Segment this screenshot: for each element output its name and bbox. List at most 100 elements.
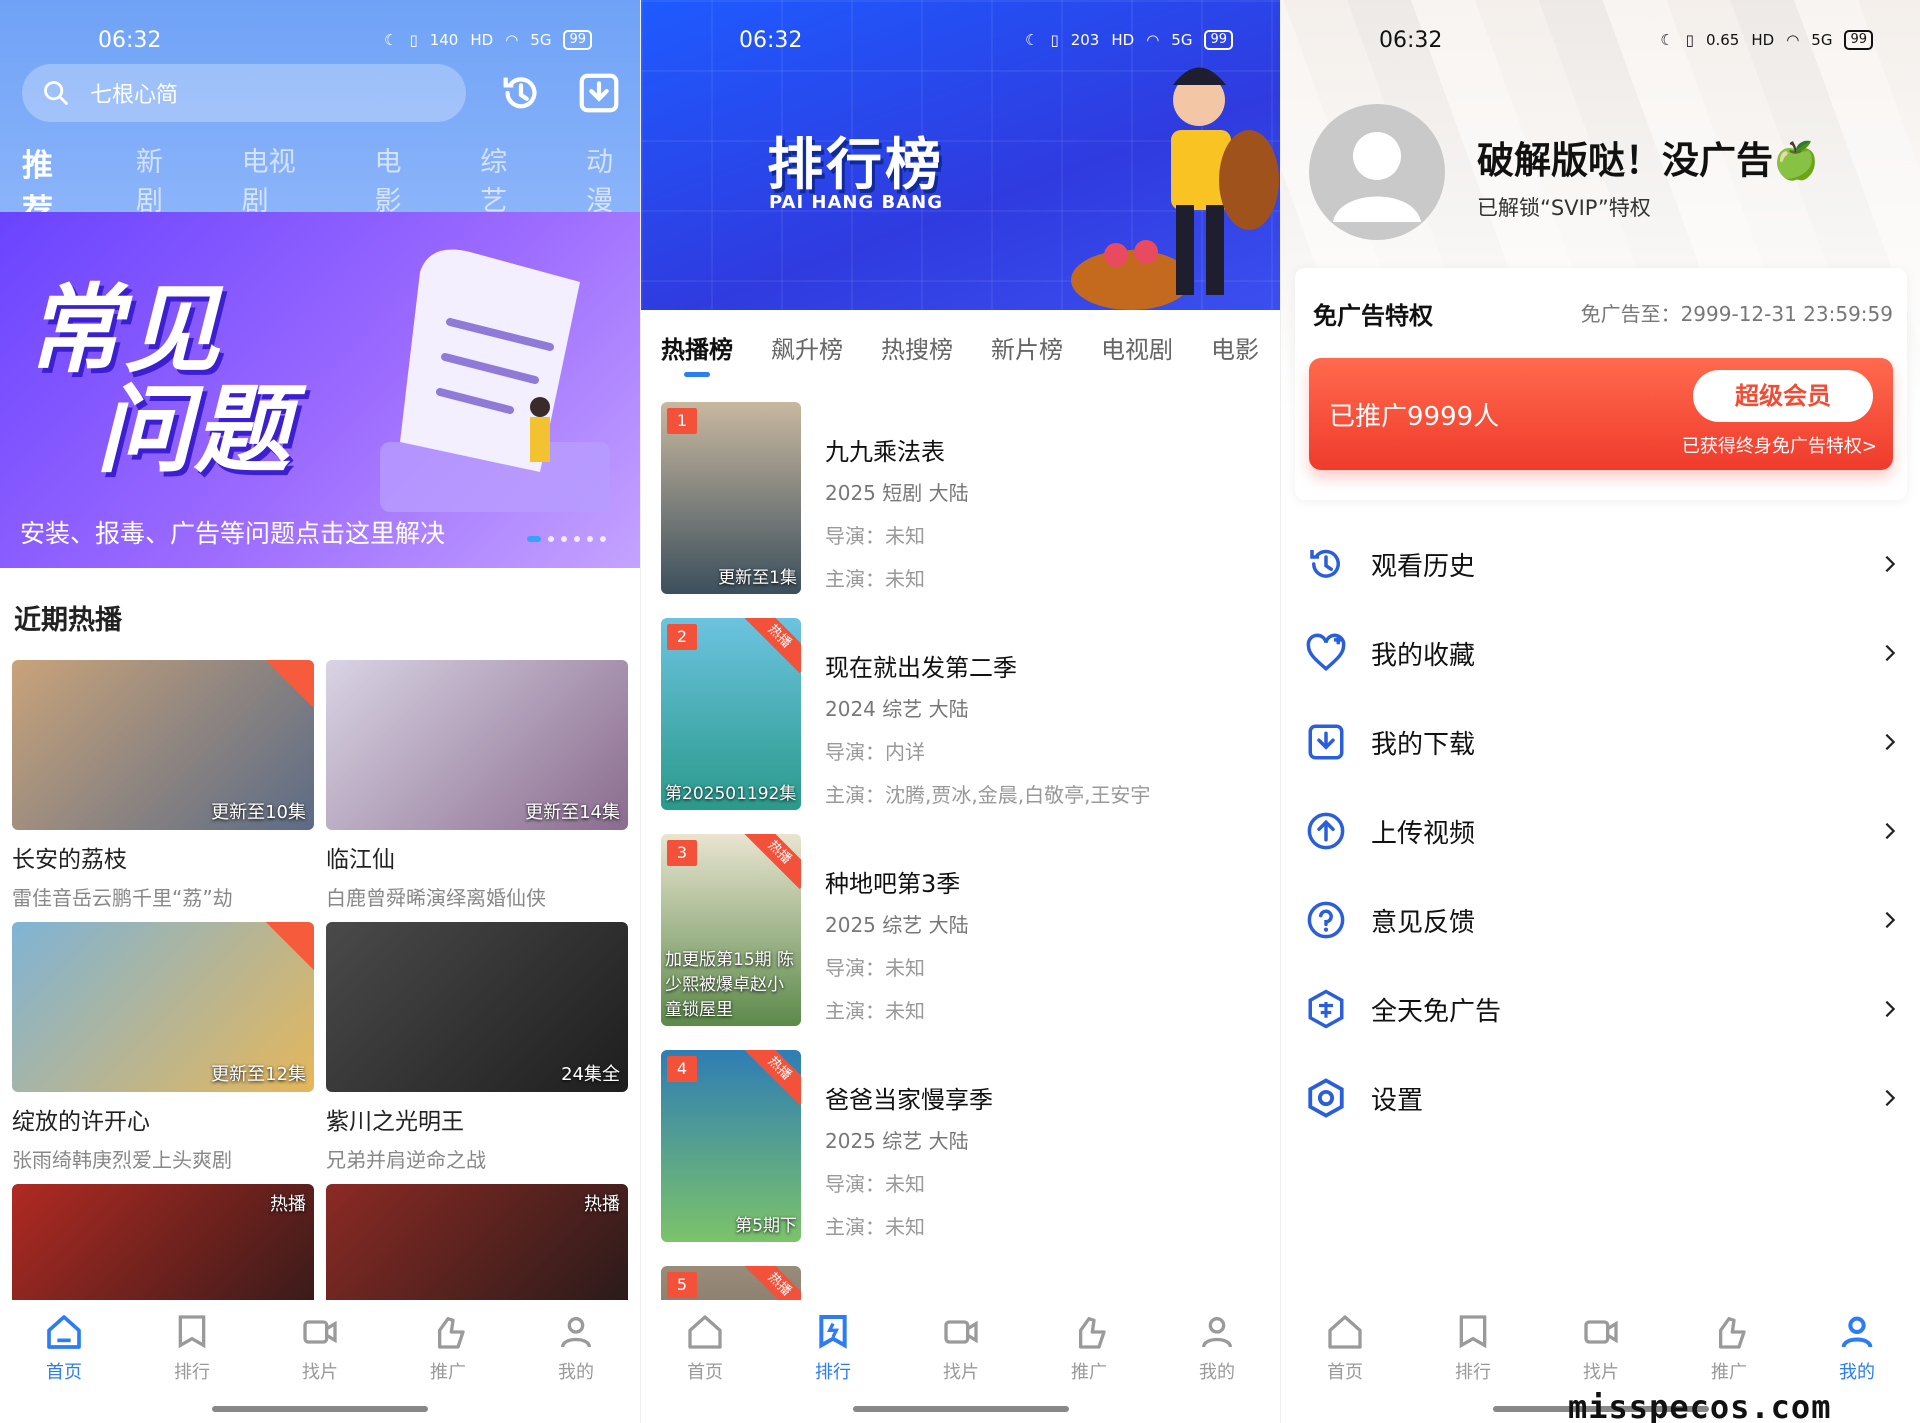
wifi-icon: ◠ bbox=[1146, 31, 1160, 49]
tab-rising[interactable]: 飙升榜 bbox=[771, 330, 843, 365]
rank-item[interactable]: 5 热播 bbox=[661, 1266, 1261, 1300]
signal-icon: 5G bbox=[530, 31, 552, 49]
drama-card[interactable]: 更新至14集 临江仙 白鹿曾舜晞演绎离婚仙侠 bbox=[326, 660, 628, 911]
rank-item[interactable]: 4 热播 第5期下 爸爸当家慢享季 2025 综艺 大陆 导演：未知 主演：未知 bbox=[661, 1050, 1261, 1242]
card-thumbnail: 更新至10集 bbox=[12, 660, 314, 830]
status-bar: 06:32 ☾ ▯ 140 HD ◠ 5G 99 bbox=[0, 0, 640, 80]
card-desc: 白鹿曾舜晞演绎离婚仙侠 bbox=[326, 886, 546, 910]
thumbs-up-icon bbox=[1079, 1317, 1106, 1349]
chevron-right-icon bbox=[1885, 555, 1896, 573]
hd-icon: HD bbox=[1751, 31, 1775, 49]
battery-icon: 99 bbox=[563, 30, 592, 50]
rank-item[interactable]: 2 热播 第20250119​2集 现在就出发第二季 2024 综艺 大陆 导演… bbox=[661, 618, 1261, 810]
nav-me[interactable]: 我的 bbox=[1167, 1312, 1267, 1423]
status-bar: 06:32 ☾ ▯ 0.65 HD ◠ 5G 99 bbox=[1281, 0, 1920, 80]
rank-number: 1 bbox=[667, 408, 697, 434]
download-icon bbox=[1308, 724, 1344, 760]
scroll-illustration bbox=[380, 249, 610, 512]
rank-title: 爸爸当家慢享季 bbox=[825, 1086, 993, 1114]
rank-icon bbox=[819, 1315, 847, 1349]
nav-home[interactable]: 首页 bbox=[1295, 1312, 1395, 1423]
tab-tv[interactable]: 电视剧 bbox=[1101, 330, 1173, 365]
rank-number: 2 bbox=[667, 624, 697, 650]
menu-settings[interactable]: 设置 bbox=[1305, 1068, 1901, 1128]
vip-title: 免广告特权 bbox=[1313, 302, 1433, 330]
card-title: 长安的荔枝 bbox=[12, 847, 127, 873]
drama-card[interactable]: 更新至12集 绽放的许开心 张雨绮韩庚烈爱上头爽剧 bbox=[12, 922, 314, 1173]
thumbs-up-icon bbox=[438, 1317, 465, 1349]
avatar[interactable] bbox=[1309, 104, 1445, 240]
signal-icon: 5G bbox=[1171, 31, 1193, 49]
search-icon bbox=[44, 81, 68, 105]
drama-card[interactable]: 24集全 紫川之光明王 兄弟并肩逆命之战 bbox=[326, 922, 628, 1173]
gear-icon bbox=[1308, 1078, 1344, 1118]
hot-badge bbox=[266, 922, 314, 970]
menu-downloads[interactable]: 我的下载 bbox=[1305, 712, 1901, 772]
rank-poster: 2 热播 第20250119​2集 bbox=[661, 618, 801, 810]
rank-number: 3 bbox=[667, 840, 697, 866]
rank-icon bbox=[1459, 1315, 1487, 1349]
moon-icon: ☾ bbox=[1660, 31, 1674, 49]
home-icon bbox=[47, 1315, 81, 1349]
banner-caption: 安装、报毒、广告等问题点击这里解决 bbox=[20, 519, 446, 548]
nav-me[interactable]: 我的 bbox=[526, 1312, 626, 1423]
card-desc: 雷佳音岳云鹏千里“荔”劫 bbox=[12, 886, 233, 910]
rank-item[interactable]: 1 更新至1集 九九乘法表 2025 短剧 大陆 导演：未知 主演：未知 bbox=[661, 402, 1261, 594]
tab-hot[interactable]: 热播榜 bbox=[661, 330, 733, 365]
vip-promo-bar[interactable]: 已推广9999人 超级会员 已获得终身免广告特权> bbox=[1309, 358, 1893, 470]
vibrate-icon: ▯ bbox=[409, 31, 418, 49]
rank-number: 4 bbox=[667, 1056, 697, 1082]
ad-free-shield-icon bbox=[1308, 989, 1344, 1029]
ranking-subtitle: PAI HANG BANG bbox=[769, 192, 944, 213]
promoted-count: 已推广9999人 bbox=[1329, 402, 1500, 432]
drama-card[interactable]: 热播 bbox=[12, 1184, 314, 1300]
chevron-right-icon bbox=[1885, 1089, 1896, 1107]
super-vip-button[interactable]: 超级会员 bbox=[1693, 370, 1873, 422]
vibrate-icon: ▯ bbox=[1685, 31, 1694, 49]
vip-note-link[interactable]: 已获得终身免广告特权> bbox=[1682, 432, 1877, 458]
rank-poster: 4 热播 第5期下 bbox=[661, 1050, 801, 1242]
bottom-nav: 首页 排行 找片 推广 我的 bbox=[0, 1300, 640, 1423]
rank-number: 5 bbox=[667, 1272, 697, 1298]
nav-home[interactable]: 首页 bbox=[655, 1312, 755, 1423]
wifi-icon: ◠ bbox=[505, 31, 519, 49]
bottom-nav: 首页 排行 找片 推广 我的 bbox=[641, 1300, 1280, 1423]
screen-profile: 06:32 ☾ ▯ 0.65 HD ◠ 5G 99 破解版哒！没广告🍏 已解锁“… bbox=[1280, 0, 1920, 1423]
user-icon bbox=[1841, 1316, 1873, 1348]
menu-ad-free[interactable]: 全天免广告 bbox=[1305, 979, 1901, 1039]
rank-cast: 主演：未知 bbox=[825, 999, 925, 1023]
rank-meta: 2025 综艺 大陆 bbox=[825, 913, 969, 937]
faq-banner[interactable]: 常见 问题 安装、报毒、广告等问题点击这里解决 bbox=[0, 212, 640, 568]
menu-watch-history[interactable]: 观看历史 bbox=[1305, 534, 1901, 594]
rank-poster: 5 热播 bbox=[661, 1266, 801, 1300]
rank-title: 九九乘法表 bbox=[825, 438, 945, 466]
net-speed: 203 bbox=[1070, 31, 1100, 49]
status-time: 06:32 bbox=[739, 27, 803, 53]
drama-card[interactable]: 热播 bbox=[326, 1184, 628, 1300]
mascot-illustration bbox=[1071, 67, 1279, 310]
status-time: 06:32 bbox=[98, 27, 162, 53]
rank-item[interactable]: 3 热播 加更版第15期 陈少熙被爆卓赵小童锁屋里 种地吧第3季 2025 综艺… bbox=[661, 834, 1261, 1026]
menu-upload-video[interactable]: 上传视频 bbox=[1305, 801, 1901, 861]
chevron-right-icon bbox=[1885, 911, 1896, 929]
tab-movie[interactable]: 电影 bbox=[1211, 330, 1259, 365]
rank-cast: 主演：未知 bbox=[825, 1215, 925, 1239]
drama-card[interactable]: 更新至10集 长安的荔枝 雷佳音岳云鹏千里“荔”劫 bbox=[12, 660, 314, 911]
watermark: misspecos.com bbox=[1568, 1388, 1832, 1423]
chevron-right-icon bbox=[1885, 733, 1896, 751]
tab-new[interactable]: 新片榜 bbox=[991, 330, 1063, 365]
menu-feedback[interactable]: 意见反馈 bbox=[1305, 890, 1901, 950]
user-silhouette-icon bbox=[1333, 132, 1421, 222]
rank-director: 导演：内详 bbox=[825, 740, 925, 764]
moon-icon: ☾ bbox=[383, 31, 398, 49]
tab-search-hot[interactable]: 热搜榜 bbox=[881, 330, 953, 365]
card-title: 临江仙 bbox=[326, 847, 395, 873]
nav-home[interactable]: 首页 bbox=[14, 1312, 114, 1423]
menu-favorites[interactable]: 我的收藏 bbox=[1305, 623, 1901, 683]
card-thumbnail: 热播 bbox=[12, 1184, 314, 1300]
history-icon bbox=[1310, 549, 1340, 578]
home-indicator bbox=[853, 1406, 1069, 1412]
rank-director: 导演：未知 bbox=[825, 524, 925, 548]
rank-title: 种地吧第3季 bbox=[825, 870, 961, 898]
heart-icon bbox=[1306, 633, 1346, 672]
